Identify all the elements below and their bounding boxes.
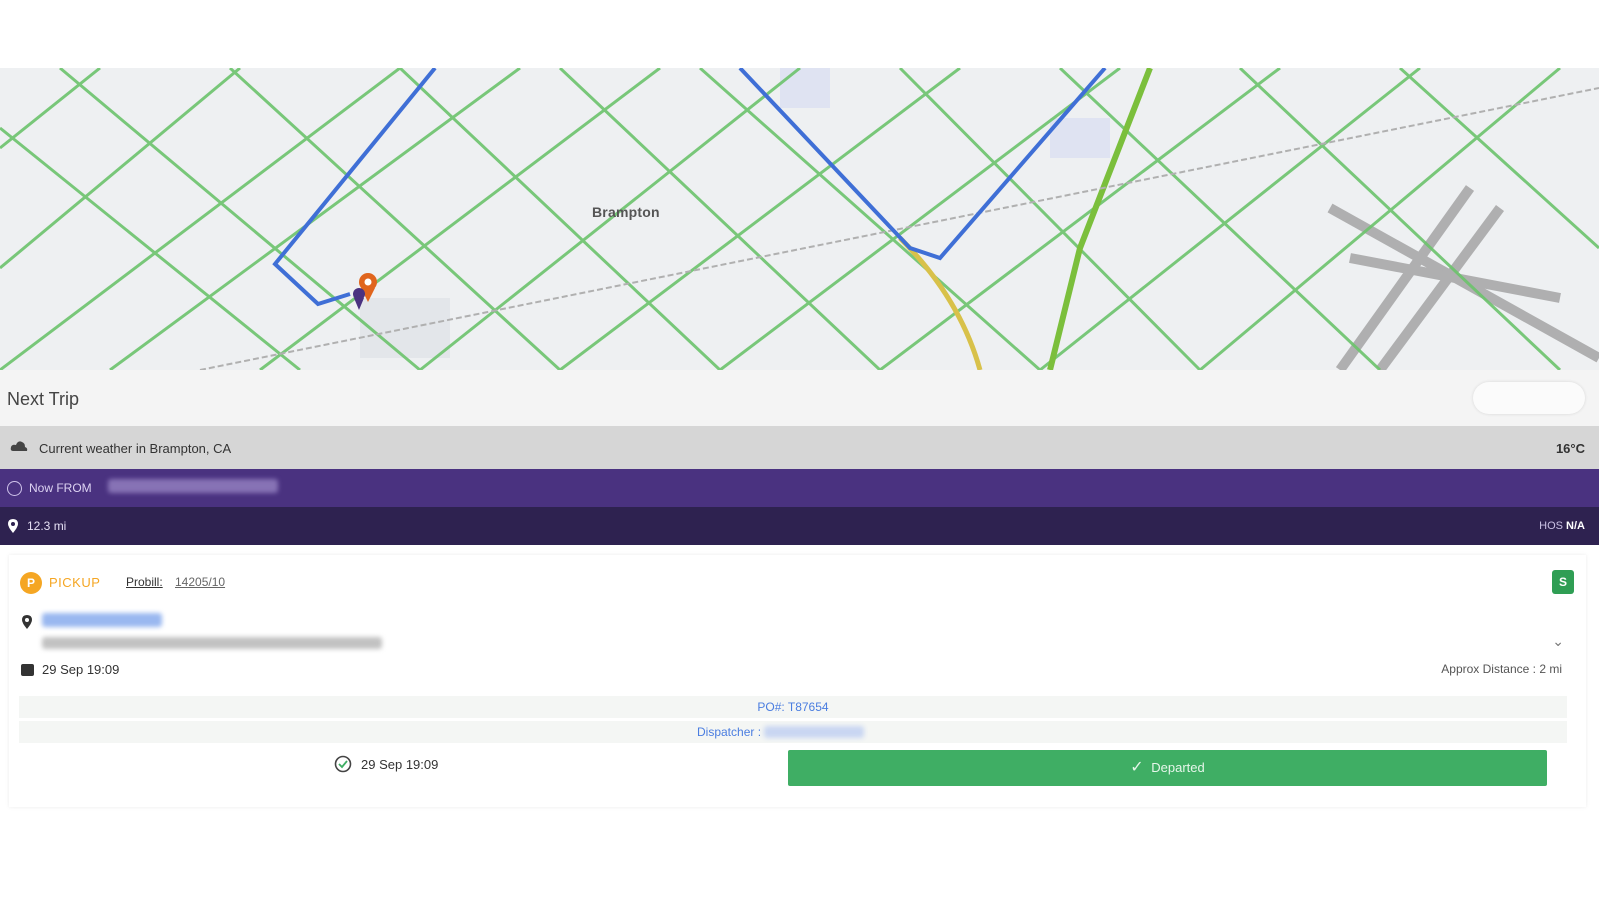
stop-type-label: PICKUP — [49, 575, 101, 590]
dispatcher-row: Dispatcher : — [19, 721, 1567, 743]
po-number-row: PO#: T87654 — [19, 696, 1567, 718]
map-city-label: Brampton — [592, 204, 660, 220]
trip-distance-bar: 12.3 mi HOS N/A — [0, 507, 1599, 545]
weather-cloud-icon — [10, 441, 28, 451]
trip-origin-redacted — [108, 479, 278, 493]
hos-indicator: HOS N/A — [1539, 520, 1585, 532]
header-action-button[interactable] — [1473, 382, 1585, 414]
location-pin-icon — [22, 615, 32, 629]
map-canvas[interactable] — [0, 68, 1599, 370]
hos-value: N/A — [1566, 520, 1585, 532]
chevron-down-icon[interactable]: ⌄ — [1552, 633, 1564, 650]
eta-time: 29 Sep 19:09 — [361, 757, 439, 772]
probill-value[interactable]: 14205/10 — [175, 575, 225, 589]
page-title: Next Trip — [7, 389, 80, 409]
eta-clock-check-icon — [334, 755, 352, 773]
calendar-icon — [21, 664, 34, 676]
stop-location-name-redacted[interactable] — [42, 613, 162, 627]
probill-label: Probill: — [126, 575, 163, 589]
dispatcher-name-redacted[interactable] — [764, 726, 864, 738]
trip-from-label: Now FROM — [29, 481, 92, 495]
stop-status-badge[interactable]: S — [1552, 570, 1574, 594]
dispatcher-label: Dispatcher : — [697, 725, 762, 739]
next-trip-header: Next Trip — [0, 370, 1599, 426]
scheduled-date: 29 Sep 19:09 — [42, 662, 120, 677]
stop-type-badge: P — [20, 572, 42, 594]
approx-distance: Approx Distance : 2 mi — [1441, 662, 1562, 676]
stop-address-redacted — [42, 637, 382, 649]
hos-label: HOS — [1539, 520, 1563, 532]
trip-distance: 12.3 mi — [27, 519, 67, 533]
trip-from-bar: Now FROM — [0, 469, 1599, 507]
checkmark-icon: ✓ — [1130, 759, 1144, 776]
departed-label: Departed — [1151, 760, 1205, 775]
po-number[interactable]: PO#: T87654 — [757, 700, 828, 714]
weather-bar: Current weather in Brampton, CA 16°C — [0, 426, 1599, 469]
weather-temperature: 16°C — [1555, 441, 1585, 456]
route-map[interactable]: Brampton — [0, 68, 1599, 370]
weather-text: Current weather in Brampton, CA — [39, 441, 232, 456]
clock-icon — [7, 481, 22, 496]
stop-card[interactable]: P PICKUP Probill: 14205/10 S ⌄ 29 Sep 19… — [9, 555, 1586, 807]
location-pin-icon — [8, 519, 18, 533]
departed-button[interactable]: ✓ Departed — [788, 750, 1547, 786]
